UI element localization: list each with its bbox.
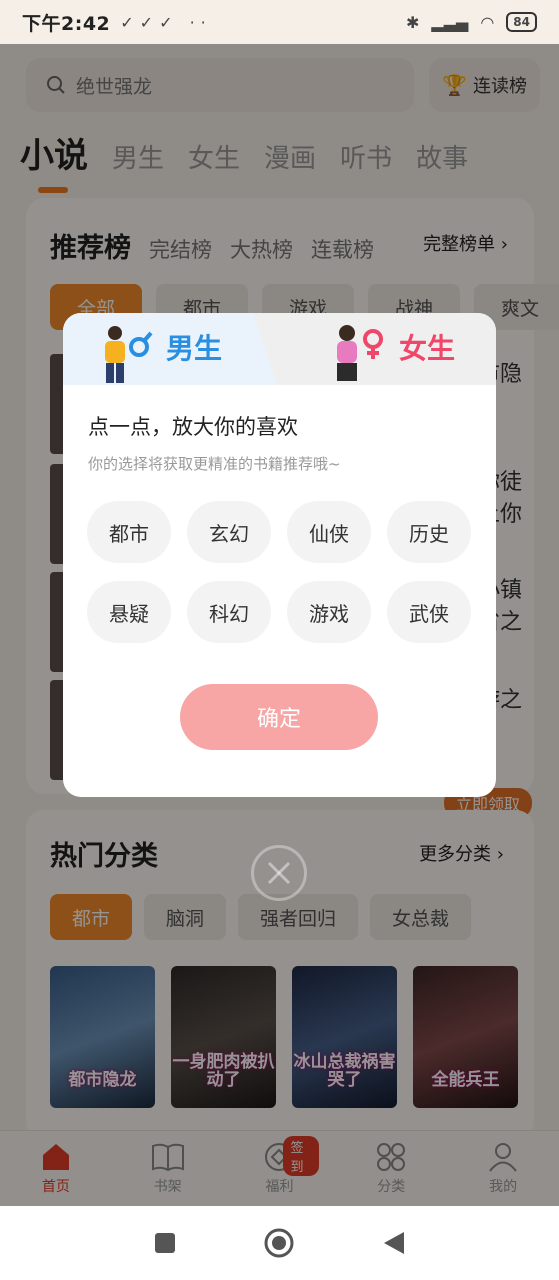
battery-icon: 84 — [506, 12, 537, 32]
signal-icon: ▂▃▄ — [431, 12, 469, 32]
category-option[interactable]: 仙侠 — [287, 501, 371, 563]
preference-dialog: 男生 女生 点一点，放大你的喜欢 你的选择将获取更精准的书籍推荐哦~ 都市 玄幻… — [63, 313, 496, 797]
status-time: 下午2:42 — [22, 12, 111, 35]
dialog-title: 点一点，放大你的喜欢 — [88, 415, 298, 439]
female-figure-icon — [337, 325, 383, 381]
back-icon[interactable] — [382, 1230, 406, 1256]
system-nav — [0, 1206, 559, 1280]
home-button-icon[interactable] — [263, 1227, 295, 1259]
gender-selector: 男生 女生 — [63, 313, 496, 385]
category-option[interactable]: 游戏 — [287, 581, 371, 643]
status-bar: 下午2:42 ✓✓✓ ·· ✱ ▂▃▄ ◠ 84 — [0, 0, 559, 44]
close-icon — [267, 861, 291, 885]
dialog-subtitle: 你的选择将获取更精准的书籍推荐哦~ — [88, 455, 341, 473]
confirm-button[interactable]: 确定 — [180, 684, 378, 750]
wifi-icon: ◠ — [480, 12, 495, 32]
close-dialog-button[interactable] — [251, 845, 307, 901]
status-right: ✱ ▂▃▄ ◠ 84 — [406, 12, 537, 32]
category-grid: 都市 玄幻 仙侠 历史 悬疑 科幻 游戏 武侠 — [87, 501, 471, 643]
gender-female-label[interactable]: 女生 — [399, 327, 455, 367]
category-option[interactable]: 武侠 — [387, 581, 471, 643]
notification-icons: ✓✓✓ ·· — [120, 12, 212, 32]
category-option[interactable]: 悬疑 — [87, 581, 171, 643]
gender-male-label: 男生 — [166, 332, 223, 365]
category-option[interactable]: 都市 — [87, 501, 171, 563]
bluetooth-icon: ✱ — [406, 12, 420, 32]
category-option[interactable]: 玄幻 — [187, 501, 271, 563]
category-option[interactable]: 历史 — [387, 501, 471, 563]
male-figure-icon — [105, 326, 153, 383]
category-option[interactable]: 科幻 — [187, 581, 271, 643]
recent-apps-icon[interactable] — [153, 1231, 177, 1255]
